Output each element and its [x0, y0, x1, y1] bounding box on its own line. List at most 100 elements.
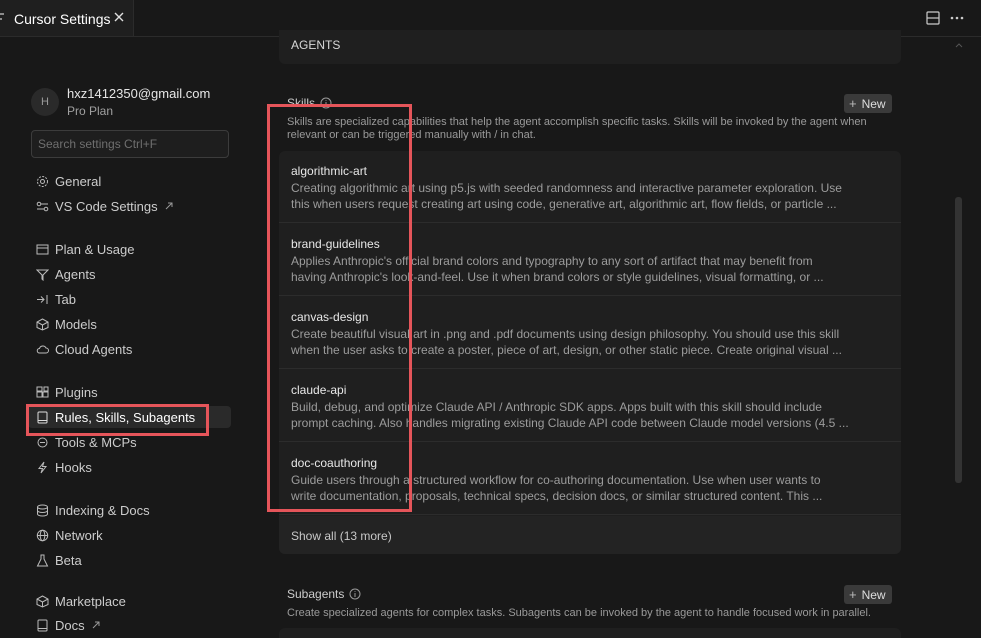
plan-icon: [36, 244, 49, 254]
sidebar-item-vscode-settings[interactable]: VS Code Settings: [28, 195, 231, 217]
split-editor-icon[interactable]: [924, 9, 942, 27]
skill-description: Applies Anthropic's official brand color…: [291, 253, 851, 285]
close-icon[interactable]: [112, 10, 126, 24]
sidebar-item-label: Docs: [55, 617, 85, 633]
sidebar-item-cloud-agents[interactable]: Cloud Agents: [28, 338, 231, 360]
external-link-icon: [92, 621, 100, 629]
subagents-title-text: Subagents: [287, 587, 345, 601]
subagents-title: Subagents: [287, 587, 361, 601]
sidebar-item-label: Models: [55, 316, 97, 332]
skill-description: Guide users through a structured workflo…: [291, 472, 851, 504]
agents-icon: [36, 269, 49, 281]
skill-name: canvas-design: [291, 310, 369, 324]
skill-description: Create beautiful visual art in .png and …: [291, 326, 851, 358]
skill-description-line: when the user asks to create a poster, p…: [291, 343, 842, 357]
skill-description-line: Build, debug, and optimize Claude API / …: [291, 400, 822, 414]
sidebar-item-indexing-docs[interactable]: Indexing & Docs: [28, 499, 231, 521]
scroll-up-icon[interactable]: [954, 41, 964, 49]
sidebar-item-label: Cloud Agents: [55, 341, 133, 357]
sidebar-item-docs[interactable]: Docs: [28, 614, 231, 636]
sidebar-item-general[interactable]: General: [28, 170, 231, 192]
skill-row-doc-coauthoring[interactable]: doc-coauthoring Guide users through a st…: [279, 443, 901, 515]
sidebar-item-label: General: [55, 173, 102, 189]
sidebar-item-label: Hooks: [55, 459, 92, 475]
sidebar-item-label: Network: [55, 527, 103, 543]
cube-icon: [36, 317, 49, 331]
sidebar-item-marketplace[interactable]: Marketplace: [28, 590, 231, 612]
sidebar-item-plugins[interactable]: Plugins: [28, 381, 231, 403]
skill-name: algorithmic-art: [291, 164, 368, 178]
sidebar-item-label: Agents: [55, 266, 96, 282]
sidebar-item-rules-skills-subagents[interactable]: Rules, Skills, Subagents: [28, 406, 231, 428]
plus-icon: +: [849, 587, 857, 602]
sidebar-item-network[interactable]: Network: [28, 524, 231, 546]
skill-row-canvas-design[interactable]: canvas-design Create beautiful visual ar…: [279, 297, 901, 369]
user-plan: Pro Plan: [67, 104, 114, 118]
sidebar-item-label: VS Code Settings: [55, 198, 158, 214]
hooks-icon: [37, 461, 48, 473]
skill-description-line: this when users request creating art usi…: [291, 197, 837, 211]
sidebar-item-models[interactable]: Models: [28, 313, 231, 335]
info-icon[interactable]: [320, 97, 332, 109]
search-field[interactable]: [31, 130, 229, 158]
sidebar-item-hooks[interactable]: Hooks: [28, 456, 231, 478]
tab-cursor-settings[interactable]: Cursor Settings: [0, 0, 134, 36]
sidebar-item-beta[interactable]: Beta: [28, 549, 231, 571]
sidebar-item-tab[interactable]: Tab: [28, 288, 231, 310]
agents-card-label: AGENTS: [291, 38, 341, 52]
info-icon[interactable]: [349, 588, 361, 600]
sidebar-item-label: Tools & MCPs: [55, 434, 137, 450]
settings-tab-icon: [0, 13, 4, 20]
sidebar-item-label: Plugins: [55, 384, 98, 400]
skill-name: claude-api: [291, 383, 347, 397]
new-skill-button[interactable]: + New: [844, 94, 892, 113]
user-email: hxz1412350@gmail.com: [67, 86, 211, 101]
new-subagent-button[interactable]: + New: [844, 585, 892, 604]
flask-icon: [36, 554, 49, 566]
sidebar-item-tools-mcps[interactable]: Tools & MCPs: [28, 431, 231, 453]
sidebar-item-label: Marketplace: [55, 593, 126, 609]
scrollbar-thumb[interactable]: [955, 197, 962, 483]
cloud-icon: [36, 345, 49, 353]
search-input[interactable]: [32, 131, 228, 157]
skill-description-line: Create beautiful visual art in .png and …: [291, 327, 840, 341]
new-subagent-label: New: [861, 587, 886, 602]
skill-name: brand-guidelines: [291, 237, 380, 251]
skill-description-line: write documentation, proposals, technica…: [291, 489, 823, 503]
show-all-label: Show all (13 more): [291, 529, 392, 543]
sidebar-item-label: Tab: [55, 291, 76, 307]
show-all-skills-button[interactable]: Show all (13 more): [279, 516, 901, 554]
skills-title-text: Skills: [287, 96, 316, 110]
database-icon: [37, 504, 48, 516]
book-icon: [37, 411, 48, 423]
sidebar-item-label: Rules, Skills, Subagents: [55, 409, 196, 425]
tools-icon: [37, 437, 48, 447]
skill-description-line: Applies Anthropic's official brand color…: [291, 254, 813, 268]
skill-description-line: Guide users through a structured workflo…: [291, 473, 821, 487]
vscode-settings-icon: [36, 201, 49, 211]
tab-title: Cursor Settings: [14, 11, 111, 27]
gear-icon: [37, 175, 48, 187]
marketplace-icon: [36, 594, 49, 608]
skills-title: Skills: [287, 96, 332, 110]
docs-icon: [37, 619, 48, 631]
skill-row-claude-api[interactable]: claude-api Build, debug, and optimize Cl…: [279, 370, 901, 442]
sidebar-item-label: Beta: [55, 552, 82, 568]
more-actions-icon[interactable]: [948, 9, 966, 27]
new-skill-label: New: [861, 96, 886, 111]
skill-row-algorithmic-art[interactable]: algorithmic-art Creating algorithmic art…: [279, 151, 901, 223]
subagents-list: [279, 628, 901, 638]
skill-name: doc-coauthoring: [291, 456, 378, 470]
skill-row-brand-guidelines[interactable]: brand-guidelines Applies Anthropic's off…: [279, 224, 901, 296]
skills-description: Skills are specialized capabilities that…: [287, 116, 867, 141]
agents-card[interactable]: AGENTS: [279, 30, 901, 64]
plugins-icon: [36, 386, 49, 397]
sidebar-item-agents[interactable]: Agents: [28, 263, 231, 285]
sidebar-item-label: Plan & Usage: [55, 241, 135, 257]
globe-icon: [36, 529, 49, 541]
sidebar-item-plan-usage[interactable]: Plan & Usage: [28, 238, 231, 260]
skill-description: Build, debug, and optimize Claude API / …: [291, 399, 851, 431]
skill-description: Creating algorithmic art using p5.js wit…: [291, 180, 851, 212]
tab-icon: [37, 294, 48, 304]
skill-description-line: having Anthropic's look-and-feel. Use it…: [291, 270, 824, 284]
